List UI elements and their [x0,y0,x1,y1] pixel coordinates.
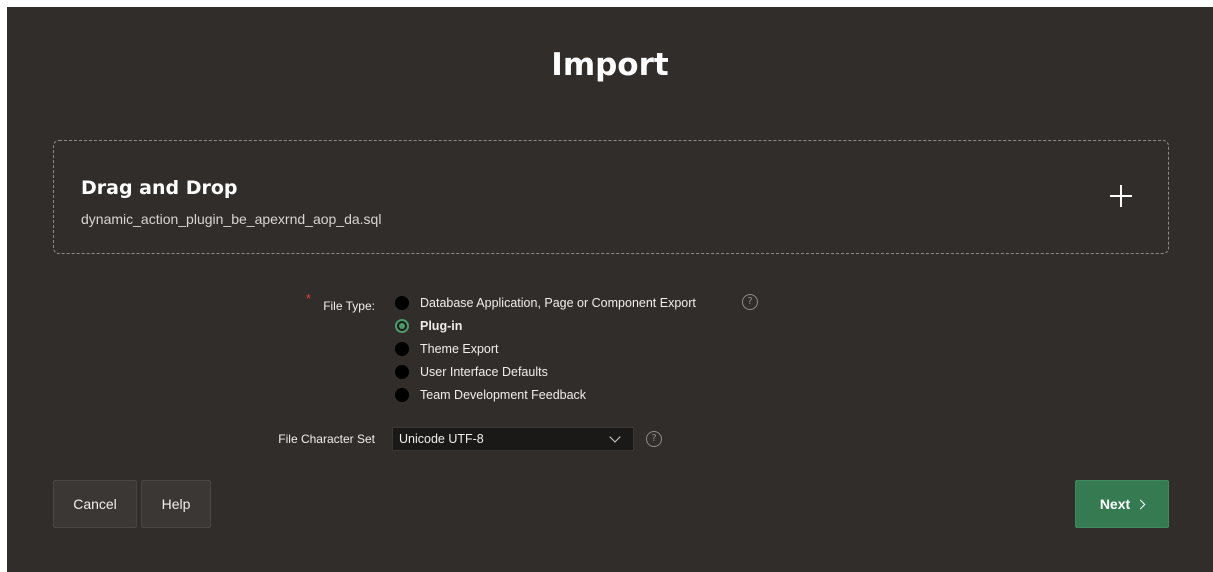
radio-button[interactable] [395,342,409,356]
help-button[interactable]: Help [141,480,211,528]
radio-option-label: Database Application, Page or Component … [420,296,696,310]
file-character-set-select[interactable]: Unicode UTF-8 [392,427,634,451]
radio-option-label: Team Development Feedback [420,388,587,402]
selected-file-name: dynamic_action_plugin_be_apexrnd_aop_da.… [81,211,382,227]
radio-button[interactable] [395,296,409,310]
radio-option-database-application[interactable]: Database Application, Page or Component … [395,293,696,313]
radio-option-user-interface-defaults[interactable]: User Interface Defaults [395,362,548,382]
file-type-label: File Type: [323,299,375,313]
radio-option-label: User Interface Defaults [420,365,548,379]
cancel-button[interactable]: Cancel [53,480,137,528]
page-title: Import [551,47,669,83]
plus-icon[interactable] [1110,185,1132,207]
question-circle-icon[interactable]: ? [646,431,662,447]
chevron-right-icon [1135,499,1146,509]
file-drop-zone[interactable]: Drag and Drop dynamic_action_plugin_be_a… [53,140,1169,254]
radio-button-checked[interactable] [395,319,409,333]
question-circle-icon[interactable]: ? [742,294,758,310]
drop-zone-heading: Drag and Drop [81,177,238,199]
radio-option-plug-in[interactable]: Plug-in [395,316,462,336]
radio-option-label: Plug-in [420,319,463,333]
next-button-label: Next [1099,496,1131,512]
next-button[interactable]: Next [1075,480,1169,528]
select-value: Unicode UTF-8 [399,432,484,446]
radio-option-label: Theme Export [420,342,499,356]
radio-option-team-development-feedback[interactable]: Team Development Feedback [395,385,586,405]
radio-button[interactable] [395,365,409,379]
radio-button[interactable] [395,388,409,402]
chevron-down-icon [609,431,621,443]
import-dialog: Import Drag and Drop dynamic_action_plug… [7,7,1213,572]
radio-option-theme-export[interactable]: Theme Export [395,339,499,359]
file-character-set-label: File Character Set [278,432,375,446]
